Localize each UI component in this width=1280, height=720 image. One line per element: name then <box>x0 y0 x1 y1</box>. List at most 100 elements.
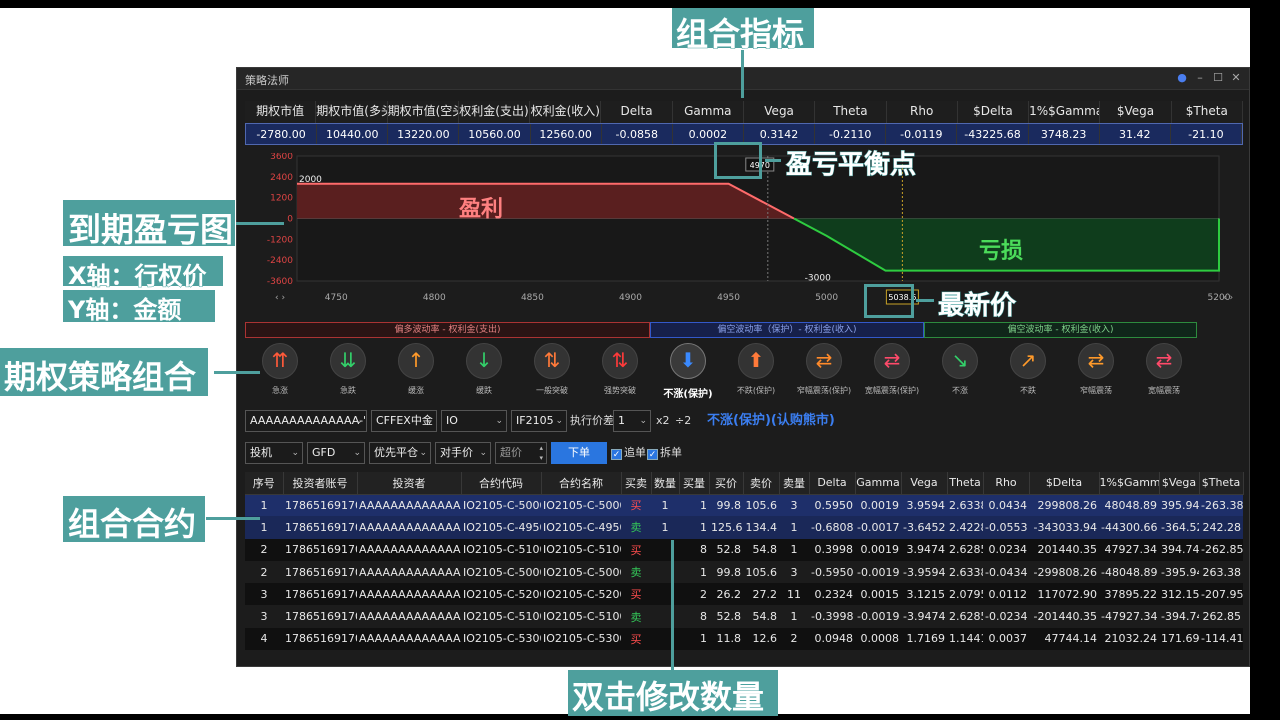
table-cell: -0.0553 <box>983 516 1029 539</box>
product-value: IO <box>446 414 458 427</box>
validity-select[interactable]: GFD ⌄ <box>307 442 365 464</box>
table-cell: 3 <box>779 494 809 517</box>
column-header[interactable]: 合约名称 <box>541 472 622 495</box>
strategy-label: 窄幅震荡 <box>1080 386 1112 395</box>
column-header[interactable]: 卖价 <box>743 472 780 495</box>
table-cell[interactable] <box>651 583 679 606</box>
table-row[interactable]: 1 17865169170 AAAAAAAAAAAAAA IO2105-C-5000 I… <box>245 494 1243 517</box>
table-cell: AAAAAAAAAAAAAA <box>357 516 461 539</box>
strike-gap-select[interactable]: 1 ⌄ <box>613 410 651 432</box>
column-header[interactable]: $Vega <box>1159 472 1200 495</box>
close-icon[interactable]: ✕ <box>1229 71 1243 85</box>
offset-select[interactable]: 优先平仓 ⌄ <box>369 442 431 464</box>
column-header[interactable]: 买量 <box>679 472 710 495</box>
table-cell: 0.0434 <box>983 494 1029 517</box>
strategy-no-rise-protect[interactable]: ⬇ 不涨(保护) <box>653 340 723 404</box>
exchange-select[interactable]: CFFEX中金 ⌄ <box>371 410 437 432</box>
annotation-box-top <box>714 142 762 145</box>
table-cell: 8 <box>679 605 709 628</box>
profit-area <box>297 183 794 219</box>
column-header[interactable]: Delta <box>809 472 856 495</box>
table-cell[interactable] <box>651 538 679 561</box>
column-header[interactable]: 1%$Gamma <box>1099 472 1160 495</box>
place-order-button[interactable]: 下单 <box>551 442 607 464</box>
chevron-down-icon: ⌄ <box>425 416 433 426</box>
table-cell: 1 <box>779 516 809 539</box>
account-select[interactable]: AAAAAAAAAAAAAA-' ⌄ <box>245 410 367 432</box>
table-cell: -0.0234 <box>983 605 1029 628</box>
table-row[interactable]: 1 17865169170 AAAAAAAAAAAAAA IO2105-C-4950 I… <box>245 516 1243 539</box>
divide-two-button[interactable]: ÷2 <box>675 410 691 432</box>
strategy-glyph: ↗ <box>1019 348 1037 372</box>
strategy-label: 急跌 <box>340 386 356 395</box>
pin-icon[interactable]: ● <box>1175 71 1189 85</box>
multiply-two-button[interactable]: x2 <box>656 410 670 432</box>
strategy-double-down-green[interactable]: ⇊ 急跌 <box>313 340 383 404</box>
strategy-wide-range[interactable]: ⇄ 宽幅震荡 <box>1129 340 1199 404</box>
table-cell: 52.8 <box>709 605 743 628</box>
table-cell[interactable]: 1 <box>651 494 679 517</box>
column-header[interactable]: 买卖 <box>621 472 652 495</box>
column-header[interactable]: 投资者 <box>357 472 462 495</box>
column-header[interactable]: $Delta <box>1029 472 1100 495</box>
table-cell: AAAAAAAAAAAAAA <box>357 494 461 517</box>
no-rise-icon: ↘ <box>942 343 978 379</box>
column-header[interactable]: Vega <box>901 472 948 495</box>
table-cell[interactable] <box>651 560 679 584</box>
strategy-narrow-range[interactable]: ⇄ 窄幅震荡 <box>1061 340 1131 404</box>
strategy-breakout[interactable]: ⇅ 一般突破 <box>517 340 587 404</box>
minimize-icon[interactable]: – <box>1193 71 1207 85</box>
strategy-no-fall-protect[interactable]: ⬆ 不跌(保护) <box>721 340 791 404</box>
table-row[interactable]: 2 17865169170 AAAAAAAAAAAAAA IO2105-C-5000 I… <box>245 560 1243 584</box>
table-cell: -0.3998 <box>809 605 855 628</box>
over-price-input[interactable]: 超价 ▴ ▾ <box>495 442 547 464</box>
strategy-no-rise[interactable]: ↘ 不涨 <box>925 340 995 404</box>
table-cell: 3.9474 <box>901 538 947 561</box>
table-row[interactable]: 4 17865169170 AAAAAAAAAAAAAA IO2105-C-5300 I… <box>245 627 1243 651</box>
table-row[interactable]: 2 17865169170 AAAAAAAAAAAAAA IO2105-C-5100 I… <box>245 538 1243 561</box>
strategy-no-fall[interactable]: ↗ 不跌 <box>993 340 1063 404</box>
tab-long-vol[interactable]: 偏多波动率 - 权利金(支出) <box>245 322 650 338</box>
column-header[interactable]: 数量 <box>651 472 680 495</box>
column-header[interactable]: $Theta <box>1199 472 1244 495</box>
table-cell[interactable] <box>651 605 679 628</box>
hedge-flag-select[interactable]: 投机 ⌄ <box>245 442 303 464</box>
column-header[interactable]: 序号 <box>245 472 284 495</box>
contract-select[interactable]: IF2105 ⌄ <box>511 410 567 432</box>
column-header[interactable]: Theta <box>947 472 984 495</box>
column-header[interactable]: 卖量 <box>779 472 810 495</box>
strategy-label: 宽幅震荡 <box>1148 386 1180 395</box>
column-header[interactable]: 投资者账号 <box>283 472 358 495</box>
annotation-line <box>671 540 674 670</box>
table-cell[interactable]: 1 <box>651 516 679 539</box>
table-row[interactable]: 3 17865169170 AAAAAAAAAAAAAA IO2105-C-5100 I… <box>245 605 1243 628</box>
metric-value: 31.42 <box>1100 124 1171 144</box>
strategy-narrow-range-protect[interactable]: ⇄ 窄幅震荡(保护) <box>789 340 859 404</box>
table-cell: 0.0019 <box>855 538 901 561</box>
table-cell: 262.85 <box>1199 605 1243 628</box>
maximize-icon[interactable]: ☐ <box>1211 71 1225 85</box>
price-type-select[interactable]: 对手价 ⌄ <box>435 442 491 464</box>
table-cell: 2.6285 <box>947 605 983 628</box>
strategy-label: 不涨(保护) <box>663 389 713 400</box>
strategy-strong-breakout[interactable]: ⇅ 强势突破 <box>585 340 655 404</box>
strategy-wide-range-protect[interactable]: ⇄ 宽幅震荡(保护) <box>857 340 927 404</box>
metric-header: 权利金(收入) <box>530 101 602 123</box>
chase-order-checkbox[interactable]: ✓ 追单 <box>611 442 646 464</box>
table-cell: 17865169170 <box>283 494 357 517</box>
table-cell: IO2105-C-5100 <box>461 538 541 561</box>
strategy-down-green[interactable]: ↓ 缓跌 <box>449 340 519 404</box>
stepper-icon[interactable]: ▴ ▾ <box>539 443 543 463</box>
column-header[interactable]: Gamma <box>855 472 902 495</box>
tab-short-vol[interactable]: 偏空波动率 - 权利金(收入) <box>924 322 1197 338</box>
column-header[interactable]: 合约代码 <box>461 472 542 495</box>
strategy-up-orange[interactable]: ↑ 缓涨 <box>381 340 451 404</box>
table-row[interactable]: 3 17865169170 AAAAAAAAAAAAAA IO2105-C-5200 I… <box>245 583 1243 606</box>
table-cell: -3.9594 <box>901 560 947 584</box>
table-cell[interactable] <box>651 627 679 651</box>
tab-short-vol-protect[interactable]: 偏空波动率（保护）- 权利金(收入) <box>650 322 924 338</box>
product-select[interactable]: IO ⌄ <box>441 410 507 432</box>
split-order-checkbox[interactable]: ✓ 拆单 <box>647 442 682 464</box>
column-header[interactable]: Rho <box>983 472 1030 495</box>
column-header[interactable]: 买价 <box>709 472 744 495</box>
